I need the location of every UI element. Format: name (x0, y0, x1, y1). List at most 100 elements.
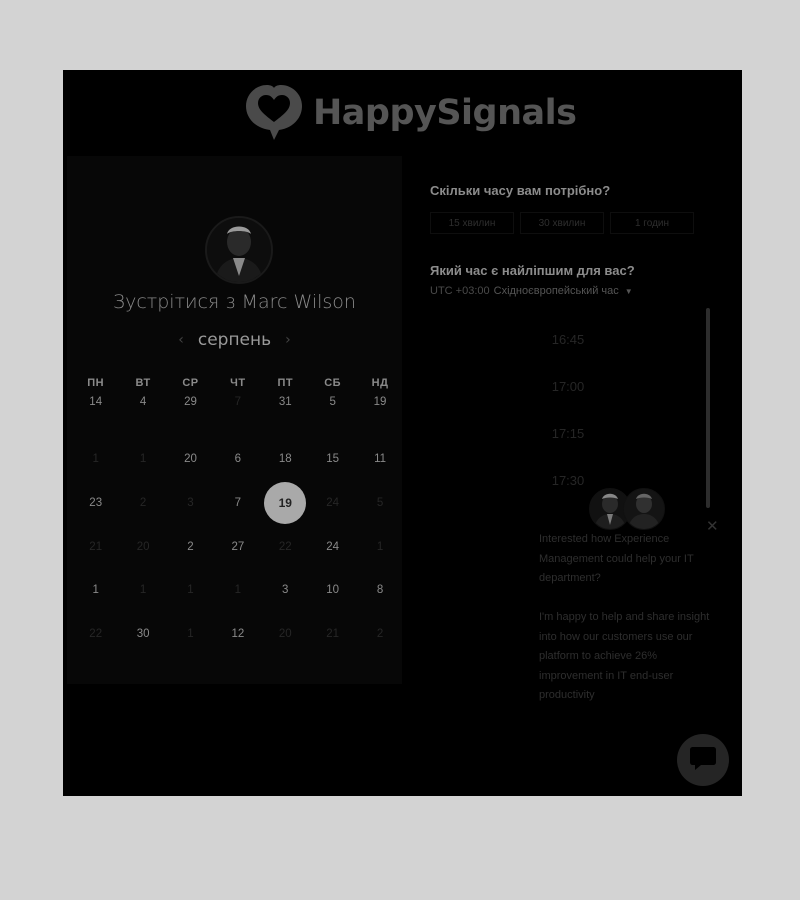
calendar-day: 1 (167, 568, 214, 612)
timezone-offset: UTC +03:00 (430, 285, 490, 297)
calendar-day-label: 2 (139, 496, 147, 509)
calendar-day[interactable]: 11 (356, 438, 403, 482)
calendar-day: 1 (214, 568, 261, 612)
weekday-header: ПН ВТ СР ЧТ ПТ СБ НД (72, 377, 404, 389)
calendar-day: 1 (119, 438, 166, 482)
calendar-day: 22 (262, 525, 309, 569)
duration-question: Скільки часу вам потрібно? (430, 183, 611, 198)
weekday-label: СР (182, 377, 199, 389)
calendar-day-label: 1 (187, 627, 194, 640)
month-navigator: ‹ серпень › (67, 330, 402, 350)
calendar-day-label: 21 (89, 540, 103, 553)
time-slot-list: 16:45 17:00 17:15 17:30 (503, 316, 633, 504)
calendar-day[interactable]: 14 (72, 394, 119, 438)
calendar-day[interactable]: 7 (214, 481, 261, 525)
chevron-left-icon[interactable]: ‹ (164, 332, 198, 348)
chevron-down-icon: ▼ (624, 286, 633, 296)
heart-speech-bubble-icon (243, 82, 305, 144)
calendar-day[interactable]: 29 (167, 394, 214, 438)
meeting-title: Зустрітися з Marc Wilson (113, 291, 356, 313)
calendar-day[interactable]: 27 (214, 525, 261, 569)
duration-option-button[interactable]: 15 хвилин (430, 212, 514, 234)
calendar-day[interactable]: 31 (262, 394, 309, 438)
calendar-day-label: 1 (187, 584, 194, 597)
calendar-day: 20 (119, 525, 166, 569)
calendar-day[interactable]: 20 (167, 438, 214, 482)
booking-widget: HappySignals Зустрітися з Marc Wilson ‹ … (63, 70, 742, 796)
calendar-day-label: 27 (231, 540, 245, 553)
calendar-day-selected[interactable]: 19 (262, 481, 309, 525)
timezone-selector[interactable]: UTC +03:00 Східноєвропейський час ▼ (430, 285, 633, 297)
calendar-day-label: 20 (136, 540, 150, 553)
calendar-day: 3 (167, 481, 214, 525)
calendar-day[interactable]: 6 (214, 438, 261, 482)
calendar-day-label: 8 (376, 584, 384, 597)
calendar-day-label: 3 (187, 496, 194, 509)
calendar-day-label: 2 (187, 540, 194, 553)
calendar-day[interactable]: 3 (262, 568, 309, 612)
calendar-day: 20 (262, 612, 309, 656)
calendar-day-label: 18 (278, 453, 292, 466)
calendar-day-label: 4 (139, 396, 147, 408)
calendar-day[interactable]: 5 (309, 394, 356, 438)
calendar-day-label: 19 (373, 396, 387, 408)
duration-option-button[interactable]: 1 годин (610, 212, 694, 234)
calendar-day-label: 24 (326, 540, 340, 553)
calendar-day: 1 (72, 438, 119, 482)
calendar-day-label: 7 (234, 496, 242, 509)
chat-launcher-button[interactable] (677, 734, 729, 786)
calendar-day-label: 1 (234, 584, 242, 597)
calendar-day[interactable]: 15 (309, 438, 356, 482)
calendar-day[interactable]: 12 (214, 612, 261, 656)
month-label: серпень (197, 330, 272, 350)
calendar-day-label: 19 (264, 481, 307, 524)
calendar-day[interactable]: 2 (167, 525, 214, 569)
chat-bubble-icon (689, 745, 717, 776)
calendar-panel: Зустрітися з Marc Wilson ‹ серпень › ПН В… (67, 156, 402, 684)
host-avatar (205, 216, 273, 284)
timezone-name: Східноєвропейський час (493, 285, 619, 297)
calendar-day[interactable]: 8 (356, 568, 403, 612)
calendar-day[interactable]: 30 (119, 612, 166, 656)
calendar-day-label: 6 (234, 453, 242, 466)
calendar-day: 7 (214, 394, 261, 438)
chevron-right-icon[interactable]: › (271, 332, 305, 348)
calendar-grid: 14 4 29 7 31 5 19 1 1 20 6 18 15 11 23 2 3 7 19 24 5 21 20 2 27 2… (72, 394, 404, 656)
calendar-day: 1 (356, 525, 403, 569)
calendar-day-label: 22 (278, 540, 292, 553)
weekday-label: ЧТ (230, 377, 246, 389)
calendar-day-label: 5 (376, 496, 384, 509)
calendar-day[interactable]: 1 (72, 568, 119, 612)
calendar-day[interactable]: 23 (72, 481, 119, 525)
time-slot-button[interactable]: 17:00 (503, 363, 633, 410)
calendar-day-label: 12 (231, 627, 245, 640)
calendar-day-label: 1 (139, 453, 147, 466)
calendar-day-label: 11 (374, 453, 387, 466)
calendar-day[interactable]: 24 (309, 525, 356, 569)
time-slot-button[interactable]: 17:15 (503, 410, 633, 457)
calendar-day-label: 1 (92, 584, 99, 597)
duration-option-button[interactable]: 30 хвилин (520, 212, 604, 234)
calendar-day: 2 (119, 481, 166, 525)
time-slot-button[interactable]: 16:45 (503, 316, 633, 363)
duration-options: 15 хвилин 30 хвилин 1 годин (430, 212, 700, 234)
calendar-day-label: 1 (92, 453, 99, 466)
calendar-day[interactable]: 19 (356, 394, 403, 438)
calendar-day[interactable]: 4 (119, 394, 166, 438)
calendar-day: 21 (72, 525, 119, 569)
calendar-day[interactable]: 10 (309, 568, 356, 612)
chat-message-intro: Interested how Experience Management cou… (539, 533, 694, 584)
chat-message: Interested how Experience Management cou… (539, 530, 719, 706)
weekday-label: ВТ (135, 377, 151, 389)
calendar-day: 21 (309, 612, 356, 656)
calendar-day: 24 (309, 481, 356, 525)
chat-agent-avatars (589, 488, 665, 530)
calendar-day-label: 10 (326, 584, 340, 597)
agent-avatar (623, 488, 665, 530)
chat-message-body: I'm happy to help and share insight into… (539, 611, 710, 701)
calendar-day-label: 15 (326, 453, 340, 466)
slot-scrollbar[interactable] (706, 308, 710, 508)
calendar-day-label: 20 (184, 453, 197, 466)
calendar-day[interactable]: 18 (262, 438, 309, 482)
scrollbar-thumb[interactable] (706, 308, 710, 508)
